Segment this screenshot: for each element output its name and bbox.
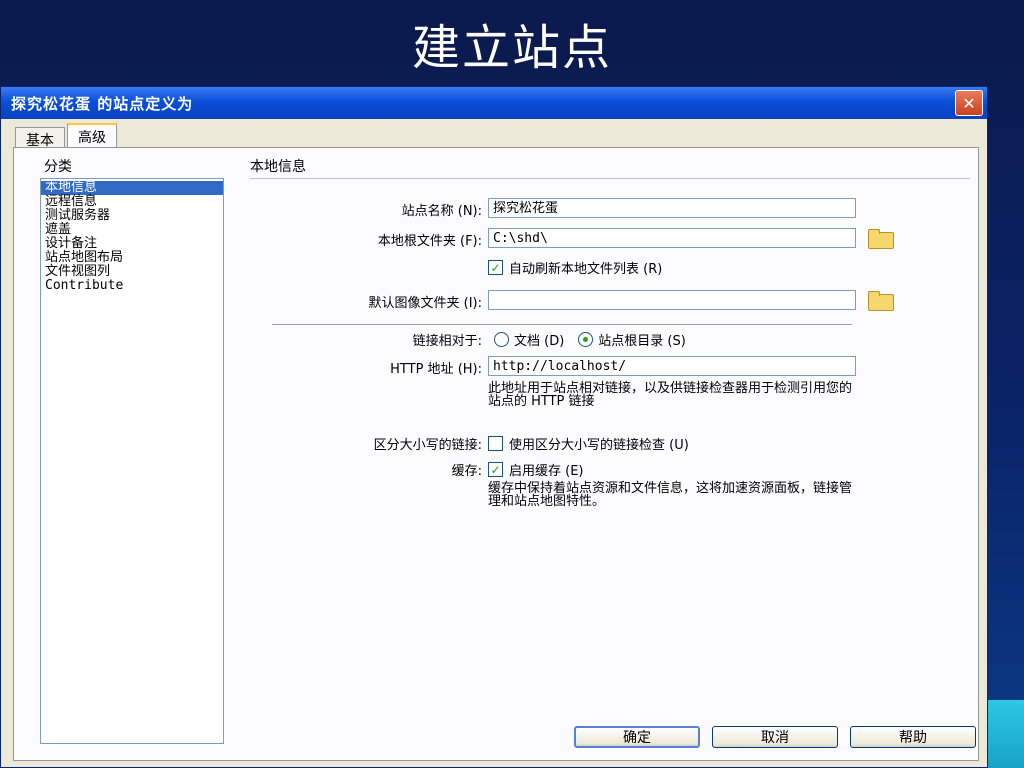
root-folder-label: 本地根文件夹 (F):	[377, 234, 482, 249]
case-links-checkbox[interactable]: 使用区分大小写的链接检查 (U)	[488, 434, 689, 453]
links-relative-radio-group: 文档 (D) 站点根目录 (S)	[494, 330, 700, 349]
auto-refresh-label: 自动刷新本地文件列表 (R)	[509, 262, 663, 277]
radio-site-root-label: 站点根目录 (S)	[598, 334, 686, 349]
category-item-cloaking[interactable]: 遮盖	[41, 223, 223, 237]
images-folder-label: 默认图像文件夹 (I):	[368, 296, 483, 311]
case-links-check-label: 使用区分大小写的链接检查 (U)	[509, 438, 689, 453]
case-links-label: 区分大小写的链接:	[373, 438, 482, 453]
close-icon[interactable]: ✕	[955, 90, 983, 116]
category-list[interactable]: 本地信息 远程信息 测试服务器 遮盖 设计备注 站点地图布局 文件视图列 Con…	[40, 178, 224, 744]
radio-document-label: 文档 (D)	[514, 334, 565, 349]
category-item-contribute[interactable]: Contribute	[41, 279, 223, 293]
http-address-input[interactable]: http://localhost/	[488, 356, 856, 376]
cache-check-label: 启用缓存 (E)	[509, 464, 584, 479]
site-definition-dialog: 探究松花蛋 的站点定义为 ✕ 基本 高级 分类 本地信息 远程信息 测试服务器 …	[0, 86, 988, 768]
folder-icon[interactable]	[868, 291, 894, 311]
checkbox-icon	[488, 436, 503, 451]
category-item-testing-server[interactable]: 测试服务器	[41, 209, 223, 223]
checkmark-icon: ✓	[488, 260, 503, 275]
folder-icon[interactable]	[868, 229, 894, 249]
category-item-local-info[interactable]: 本地信息	[41, 181, 223, 195]
radio-site-root[interactable]: 站点根目录 (S)	[578, 330, 686, 349]
http-address-label: HTTP 地址 (H):	[390, 362, 482, 377]
cache-label: 缓存:	[451, 464, 482, 479]
http-address-description: 此地址用于站点相对链接，以及供链接检查器用于检测引用您的站点的 HTTP 链接	[488, 381, 853, 409]
images-folder-input[interactable]	[488, 290, 856, 310]
site-name-input[interactable]: 探究松花蛋	[488, 198, 856, 218]
section-title: 本地信息	[250, 159, 306, 175]
cache-description: 缓存中保持着站点资源和文件信息，这将加速资源面板，链接管理和站点地图特性。	[488, 481, 853, 509]
slide-title: 建立站点	[411, 20, 612, 76]
cancel-button[interactable]: 取消	[712, 726, 838, 748]
cache-checkbox[interactable]: ✓ 启用缓存 (E)	[488, 460, 584, 479]
root-folder-input[interactable]: C:\shd\	[488, 228, 856, 248]
category-item-remote-info[interactable]: 远程信息	[41, 195, 223, 209]
accent-bar	[988, 700, 1024, 768]
ok-button[interactable]: 确定	[574, 726, 700, 748]
dialog-title: 探究松花蛋 的站点定义为	[11, 94, 194, 113]
auto-refresh-checkbox[interactable]: ✓ 自动刷新本地文件列表 (R)	[488, 258, 662, 277]
radio-document[interactable]: 文档 (D)	[494, 330, 564, 349]
category-label: 分类	[44, 159, 72, 175]
advanced-panel: 分类 本地信息 远程信息 测试服务器 遮盖 设计备注 站点地图布局 文件视图列 …	[13, 147, 979, 761]
checkmark-icon: ✓	[488, 462, 503, 477]
dialog-titlebar[interactable]: 探究松花蛋 的站点定义为 ✕	[1, 87, 987, 119]
site-name-label: 站点名称 (N):	[401, 204, 482, 219]
category-item-design-notes[interactable]: 设计备注	[41, 237, 223, 251]
category-item-site-map-layout[interactable]: 站点地图布局	[41, 251, 223, 265]
section-divider	[250, 178, 970, 179]
field-divider	[272, 324, 852, 325]
radio-icon	[578, 332, 594, 347]
category-item-file-view-columns[interactable]: 文件视图列	[41, 265, 223, 279]
help-button[interactable]: 帮助	[850, 726, 976, 748]
links-relative-label: 链接相对于:	[412, 334, 482, 349]
radio-icon	[494, 332, 509, 347]
